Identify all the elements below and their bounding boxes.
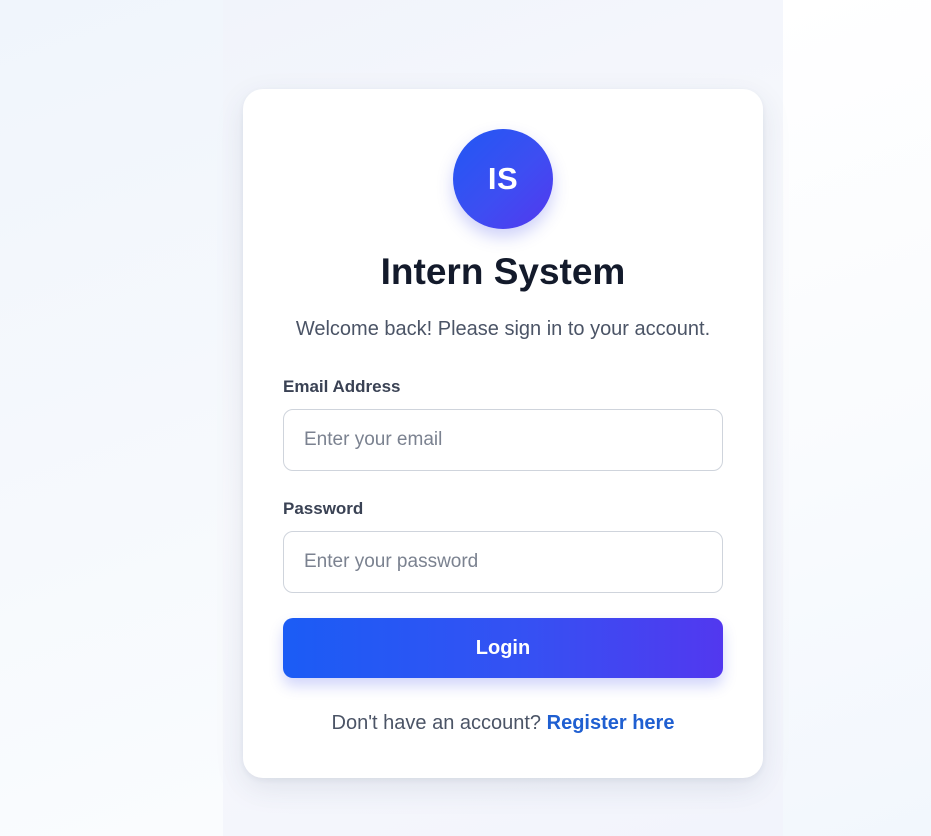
register-prompt-row: Don't have an account? Register here bbox=[243, 712, 763, 735]
register-link[interactable]: Register here bbox=[547, 712, 675, 734]
app-logo-avatar: IS bbox=[453, 129, 553, 229]
logo-initials: IS bbox=[487, 161, 519, 196]
email-field[interactable] bbox=[283, 409, 723, 471]
login-card: IS Intern System Welcome back! Please si… bbox=[243, 89, 763, 778]
password-field[interactable] bbox=[283, 531, 723, 593]
email-label: Email Address bbox=[283, 377, 401, 396]
page-title: Intern System bbox=[380, 251, 626, 292]
background-right-panel bbox=[783, 0, 931, 836]
login-button[interactable]: Login bbox=[283, 618, 723, 678]
password-label: Password bbox=[283, 499, 364, 518]
register-prompt-text: Don't have an account? bbox=[331, 712, 542, 734]
welcome-subtitle: Welcome back! Please sign in to your acc… bbox=[295, 318, 711, 340]
background-left-panel bbox=[0, 0, 223, 836]
